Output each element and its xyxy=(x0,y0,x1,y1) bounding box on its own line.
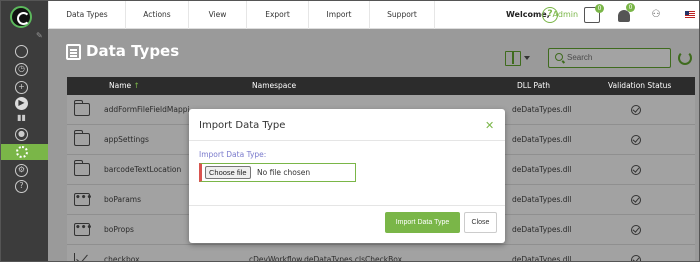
pin-icon[interactable]: ✎ xyxy=(36,31,43,40)
notifications-badge: 0 xyxy=(626,3,635,12)
valid-check-icon xyxy=(631,135,641,145)
tasks-icon[interactable]: 0 xyxy=(584,4,604,23)
dots-icon: ••• xyxy=(74,223,92,236)
menu-import[interactable]: Import xyxy=(308,1,369,29)
col-validation-status[interactable]: Validation Status xyxy=(608,77,671,95)
close-button[interactable]: Close xyxy=(464,212,497,233)
notifications-icon[interactable]: 0 xyxy=(614,3,635,23)
dialog-title: Import Data Type xyxy=(199,120,286,131)
sort-asc-icon[interactable]: ↑ xyxy=(134,81,140,90)
sidebar: ✎ ◷ + ▶ ▮▮ ● ⚙ ? xyxy=(1,1,48,261)
row-dll: deDataTypes.dll xyxy=(512,165,572,174)
row-namespace: cDevWorkflow.deDataTypes.clsCheckBox xyxy=(249,255,403,262)
gear-icon xyxy=(16,146,28,158)
col-dll-path[interactable]: DLL Path xyxy=(517,77,550,95)
col-namespace[interactable]: Namespace xyxy=(252,77,296,95)
menu-export[interactable]: Export xyxy=(246,1,308,29)
row-name: barcodeTextLocation xyxy=(104,165,182,174)
dialog-footer-divider xyxy=(189,205,505,206)
language-flag-icon[interactable] xyxy=(685,11,695,18)
valid-check-icon xyxy=(631,105,641,115)
search-box xyxy=(548,48,671,68)
data-types-title-icon xyxy=(66,44,81,60)
add-icon[interactable]: + xyxy=(15,81,28,94)
users-group-icon[interactable]: ● xyxy=(15,128,28,141)
tasks-badge: 0 xyxy=(595,4,604,13)
top-menu-bar: Data Types Actions View Export Import Su… xyxy=(48,1,699,29)
import-data-type-button[interactable]: Import Data Type xyxy=(385,212,460,233)
valid-check-icon xyxy=(631,225,641,235)
dashboard-icon[interactable] xyxy=(15,45,28,58)
menu-actions[interactable]: Actions xyxy=(125,1,188,29)
row-name: appSettings xyxy=(104,135,149,144)
folder-icon xyxy=(74,130,90,146)
sidebar-item-data-types[interactable] xyxy=(1,144,48,160)
settings-icon[interactable]: ⚙ xyxy=(15,164,28,177)
choose-file-button[interactable]: Choose file xyxy=(205,166,251,179)
folder-icon xyxy=(74,160,90,176)
col-name-label: Name xyxy=(109,81,132,90)
folder-icon xyxy=(74,100,90,116)
valid-check-icon xyxy=(631,195,641,205)
page-title: Data Types xyxy=(86,42,180,60)
file-input[interactable]: Choose file No file chosen xyxy=(199,163,356,182)
chevron-down-icon[interactable] xyxy=(524,56,530,60)
row-dll: deDataTypes.dll xyxy=(512,105,572,114)
valid-check-icon xyxy=(631,255,641,261)
app-logo[interactable] xyxy=(10,6,32,28)
help-circle-icon[interactable]: ? xyxy=(542,7,558,23)
user-add-icon[interactable]: ⚇ xyxy=(648,7,664,23)
row-name: addFormFileFieldMappin xyxy=(104,105,190,114)
clock-icon[interactable]: ◷ xyxy=(15,63,28,76)
close-icon[interactable]: ✕ xyxy=(485,119,494,132)
valid-check-icon xyxy=(631,165,641,175)
menu-view[interactable]: View xyxy=(188,1,246,29)
reports-icon[interactable]: ▮▮ xyxy=(15,113,28,126)
columns-icon[interactable] xyxy=(505,51,521,66)
row-dll: deDataTypes.dll xyxy=(512,195,572,204)
search-icon xyxy=(555,53,563,61)
col-name[interactable]: Name ↑ xyxy=(109,77,140,95)
menu-data-types[interactable]: Data Types xyxy=(48,1,125,29)
table-header: Name ↑ Namespace DLL Path Validation Sta… xyxy=(67,77,695,95)
row-dll: deDataTypes.dll xyxy=(512,135,572,144)
import-data-type-dialog: Import Data Type ✕ Import Data Type: Cho… xyxy=(189,109,505,243)
row-dll: deDataTypes.dll xyxy=(512,225,572,234)
row-name: checkbox xyxy=(104,255,140,262)
app-window: ✎ ◷ + ▶ ▮▮ ● ⚙ ? Data Types Actions View… xyxy=(0,0,700,262)
table-row[interactable]: checkbox cDevWorkflow.deDataTypes.clsChe… xyxy=(67,245,695,262)
file-status: No file chosen xyxy=(257,168,311,177)
refresh-icon[interactable] xyxy=(678,51,692,65)
menu-support[interactable]: Support xyxy=(369,1,435,29)
help-icon[interactable]: ? xyxy=(15,180,28,193)
row-name: boProps xyxy=(104,225,134,234)
search-input[interactable] xyxy=(567,51,662,64)
play-icon[interactable]: ▶ xyxy=(15,97,28,110)
dialog-divider xyxy=(189,140,505,141)
row-dll: deDataTypes.dll xyxy=(512,255,572,262)
dots-icon: ••• xyxy=(74,193,92,206)
import-field-label: Import Data Type: xyxy=(199,150,267,159)
row-name: boParams xyxy=(104,195,142,204)
checkbox-icon xyxy=(74,253,90,261)
